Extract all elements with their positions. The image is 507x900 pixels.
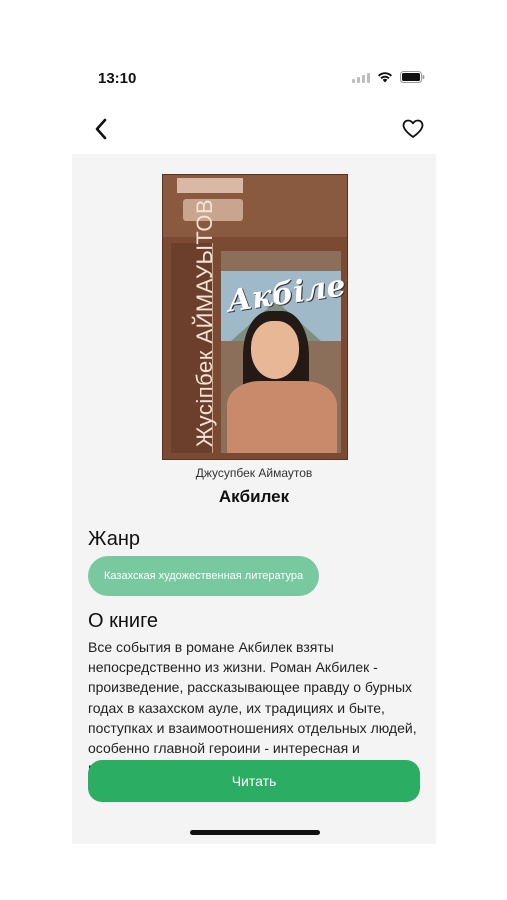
battery-icon xyxy=(400,71,425,83)
heart-outline-icon xyxy=(402,119,424,138)
about-heading: О книге xyxy=(88,610,159,632)
cover-library-stamp xyxy=(177,178,243,193)
read-button[interactable]: Читать xyxy=(88,760,420,802)
genre-heading: Жанр xyxy=(88,528,140,550)
book-cover-image: Жусіпбек АЙМАУЫТОВ Акбілек xyxy=(162,174,348,460)
cover-dress xyxy=(227,381,337,453)
cover-author-text: Жусіпбек АЙМАУЫТОВ xyxy=(192,198,217,447)
navigation-bar xyxy=(0,110,507,154)
status-icons xyxy=(352,71,425,83)
book-author: Джусупбек Аймаутов xyxy=(195,466,313,480)
favorite-button[interactable] xyxy=(399,114,427,144)
status-bar: 13:10 xyxy=(0,0,507,110)
book-title: Акбилек xyxy=(218,487,290,506)
back-button[interactable] xyxy=(88,114,114,144)
status-time: 13:10 xyxy=(98,70,137,87)
home-indicator[interactable] xyxy=(190,830,320,835)
cover-face xyxy=(251,321,299,379)
chevron-left-icon xyxy=(95,118,107,140)
book-details-content: Жусіпбек АЙМАУЫТОВ Акбілек Джусупбек Айм… xyxy=(72,154,436,844)
wifi-icon xyxy=(377,71,393,83)
genre-chip[interactable]: Казахская художественная литература xyxy=(88,556,320,596)
cellular-signal-icon xyxy=(352,72,370,83)
